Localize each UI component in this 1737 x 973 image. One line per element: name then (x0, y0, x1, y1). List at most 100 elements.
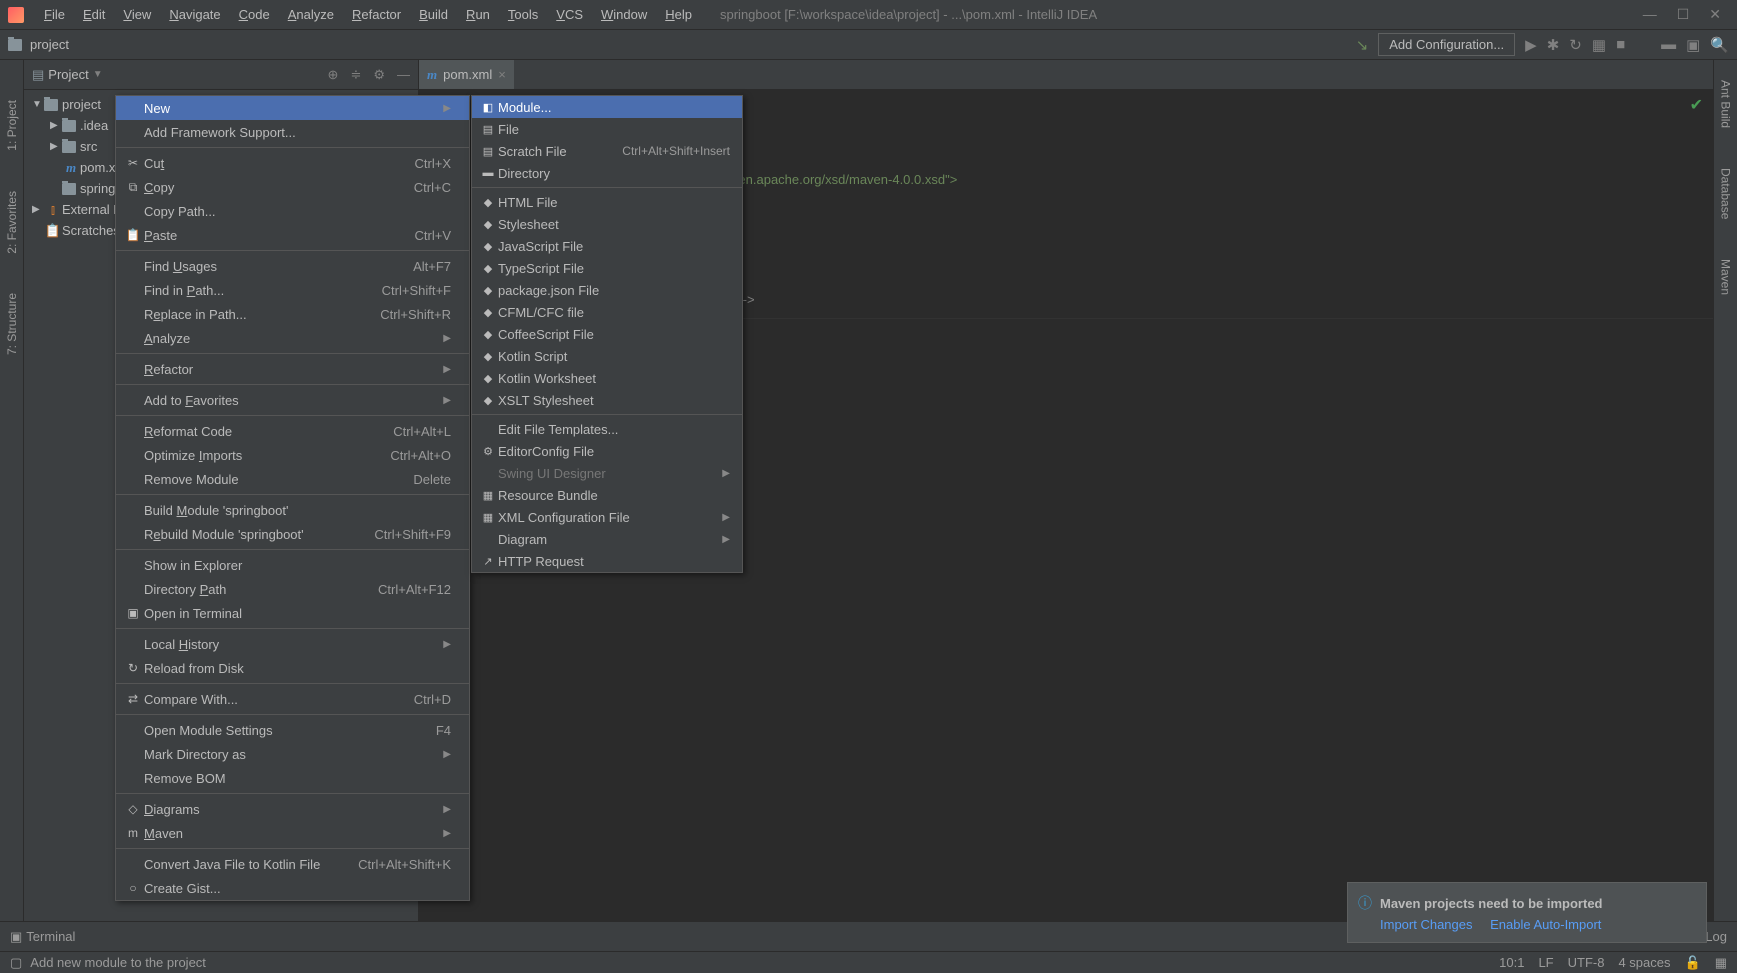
menubar-build[interactable]: Build (411, 3, 456, 26)
ctx-find-in-path[interactable]: Find in Path...Ctrl+Shift+F (116, 278, 469, 302)
new-html-file[interactable]: ◆HTML File (472, 191, 742, 213)
menubar-view[interactable]: View (115, 3, 159, 26)
new-scratch-file[interactable]: ▤Scratch FileCtrl+Alt+Shift+Insert (472, 140, 742, 162)
menubar-tools[interactable]: Tools (500, 3, 546, 26)
ctx-remove-module[interactable]: Remove ModuleDelete (116, 467, 469, 491)
ctx-open-in-terminal[interactable]: ▣Open in Terminal (116, 601, 469, 625)
terminal-tool-button[interactable]: ▣ Terminal (10, 929, 75, 945)
ctx-refactor[interactable]: Refactor▶ (116, 357, 469, 381)
tool-button-maven[interactable]: Maven (1719, 259, 1733, 295)
menubar-navigate[interactable]: Navigate (161, 3, 228, 26)
menubar-run[interactable]: Run (458, 3, 498, 26)
ctx-show-in-explorer[interactable]: Show in Explorer (116, 553, 469, 577)
enable-auto-import-link[interactable]: Enable Auto-Import (1490, 917, 1601, 932)
new-stylesheet[interactable]: ◆Stylesheet (472, 213, 742, 235)
target-icon[interactable]: ⊕ (328, 67, 339, 83)
status-hint-icon[interactable]: ▢ (10, 955, 22, 971)
ctx-reload-from-disk[interactable]: ↻Reload from Disk (116, 656, 469, 680)
gear-icon[interactable]: ⚙ (373, 67, 385, 83)
tool-button-project[interactable]: 1: Project (5, 100, 19, 151)
menubar-file[interactable]: File (36, 3, 73, 26)
ctx-analyze[interactable]: Analyze▶ (116, 326, 469, 350)
close-tab-icon[interactable]: × (498, 67, 506, 82)
coverage-icon[interactable]: ↻ (1569, 36, 1582, 54)
new-module[interactable]: ◧Module... (472, 96, 742, 118)
collapse-icon[interactable]: ≑ (350, 67, 361, 83)
caret-position[interactable]: 10:1 (1499, 955, 1524, 970)
ctx-optimize-imports[interactable]: Optimize ImportsCtrl+Alt+O (116, 443, 469, 467)
new-edit-file-templates[interactable]: Edit File Templates... (472, 418, 742, 440)
profiler-icon[interactable]: ▦ (1592, 36, 1606, 54)
lock-icon[interactable]: 🔓 (1685, 955, 1701, 971)
ctx-paste[interactable]: 📋PasteCtrl+V (116, 223, 469, 247)
new-editorconfig-file[interactable]: ⚙EditorConfig File (472, 440, 742, 462)
file-encoding[interactable]: UTF-8 (1568, 955, 1605, 970)
menubar-window[interactable]: Window (593, 3, 655, 26)
ctx-find-usages[interactable]: Find UsagesAlt+F7 (116, 254, 469, 278)
ctx-cut[interactable]: ✂CutCtrl+X (116, 151, 469, 175)
ctx-copy-path[interactable]: Copy Path... (116, 199, 469, 223)
run-icon[interactable]: ▶ (1525, 36, 1537, 54)
dropdown-icon[interactable]: ▼ (93, 69, 103, 80)
new-typescript-file[interactable]: ◆TypeScript File (472, 257, 742, 279)
menubar-edit[interactable]: Edit (75, 3, 113, 26)
debug-icon[interactable]: ✱ (1547, 36, 1560, 54)
close-icon[interactable]: ✕ (1709, 6, 1721, 23)
new-file[interactable]: ▤File (472, 118, 742, 140)
ctx-add-to-favorites[interactable]: Add to Favorites▶ (116, 388, 469, 412)
new-javascript-file[interactable]: ◆JavaScript File (472, 235, 742, 257)
memory-icon[interactable]: ▦ (1715, 955, 1727, 971)
ctx-remove-bom[interactable]: Remove BOM (116, 766, 469, 790)
indent-indicator[interactable]: 4 spaces (1618, 955, 1670, 970)
new-xml-configuration-file[interactable]: ▦XML Configuration File▶ (472, 506, 742, 528)
ctx-local-history[interactable]: Local History▶ (116, 632, 469, 656)
ctx-add-framework-support[interactable]: Add Framework Support... (116, 120, 469, 144)
ctx-reformat-code[interactable]: Reformat CodeCtrl+Alt+L (116, 419, 469, 443)
new-diagram[interactable]: Diagram▶ (472, 528, 742, 550)
line-separator[interactable]: LF (1538, 955, 1553, 970)
new-http-request[interactable]: ↗HTTP Request (472, 550, 742, 572)
menubar-code[interactable]: Code (231, 3, 278, 26)
import-changes-link[interactable]: Import Changes (1380, 917, 1473, 932)
tool-button-antbuild[interactable]: Ant Build (1719, 80, 1733, 128)
new-xslt-stylesheet[interactable]: ◆XSLT Stylesheet (472, 389, 742, 411)
editor-tab-pom[interactable]: m pom.xml × (419, 60, 514, 89)
ctx-open-module-settings[interactable]: Open Module SettingsF4 (116, 718, 469, 742)
tool-button-structure[interactable]: 7: Structure (5, 293, 19, 355)
search-icon[interactable]: 🔍 (1710, 36, 1729, 54)
new-coffeescript-file[interactable]: ◆CoffeeScript File (472, 323, 742, 345)
ctx-create-gist[interactable]: ○Create Gist... (116, 876, 469, 900)
ctx-convert-java-file-to-kotlin-file[interactable]: Convert Java File to Kotlin FileCtrl+Alt… (116, 852, 469, 876)
ctx-build-module-springboot[interactable]: Build Module 'springboot' (116, 498, 469, 522)
project-structure-icon[interactable]: ▬ (1661, 36, 1676, 53)
breadcrumb[interactable]: project (8, 37, 69, 52)
add-configuration-button[interactable]: Add Configuration... (1378, 33, 1515, 56)
tool-button-favorites[interactable]: 2: Favorites (5, 191, 19, 254)
ctx-diagrams[interactable]: ◇Diagrams▶ (116, 797, 469, 821)
new-directory[interactable]: ▬Directory (472, 162, 742, 184)
ctx-new[interactable]: New▶ (116, 96, 469, 120)
menubar-analyze[interactable]: Analyze (280, 3, 342, 26)
new-cfml-cfc-file[interactable]: ◆CFML/CFC file (472, 301, 742, 323)
ctx-replace-in-path[interactable]: Replace in Path...Ctrl+Shift+R (116, 302, 469, 326)
stop-icon[interactable]: ■ (1616, 36, 1625, 53)
tool-button-database[interactable]: Database (1719, 168, 1733, 219)
ctx-rebuild-module-springboot[interactable]: Rebuild Module 'springboot'Ctrl+Shift+F9 (116, 522, 469, 546)
analysis-ok-icon[interactable]: ✔ (1690, 94, 1703, 118)
minimize-icon[interactable]: — (1643, 6, 1657, 23)
new-package-json-file[interactable]: ◆package.json File (472, 279, 742, 301)
ctx-directory-path[interactable]: Directory PathCtrl+Alt+F12 (116, 577, 469, 601)
ctx-mark-directory-as[interactable]: Mark Directory as▶ (116, 742, 469, 766)
ctx-maven[interactable]: mMaven▶ (116, 821, 469, 845)
new-kotlin-script[interactable]: ◆Kotlin Script (472, 345, 742, 367)
ctx-copy[interactable]: ⧉CopyCtrl+C (116, 175, 469, 199)
maximize-icon[interactable]: ☐ (1677, 6, 1690, 23)
menubar-help[interactable]: Help (657, 3, 700, 26)
settings-icon[interactable]: ▣ (1686, 36, 1700, 54)
ctx-compare-with[interactable]: ⇄Compare With...Ctrl+D (116, 687, 469, 711)
menubar-refactor[interactable]: Refactor (344, 3, 409, 26)
new-kotlin-worksheet[interactable]: ◆Kotlin Worksheet (472, 367, 742, 389)
panel-title[interactable]: Project (48, 67, 88, 82)
build-icon[interactable]: ↘ (1356, 36, 1369, 54)
hide-icon[interactable]: — (397, 67, 410, 83)
